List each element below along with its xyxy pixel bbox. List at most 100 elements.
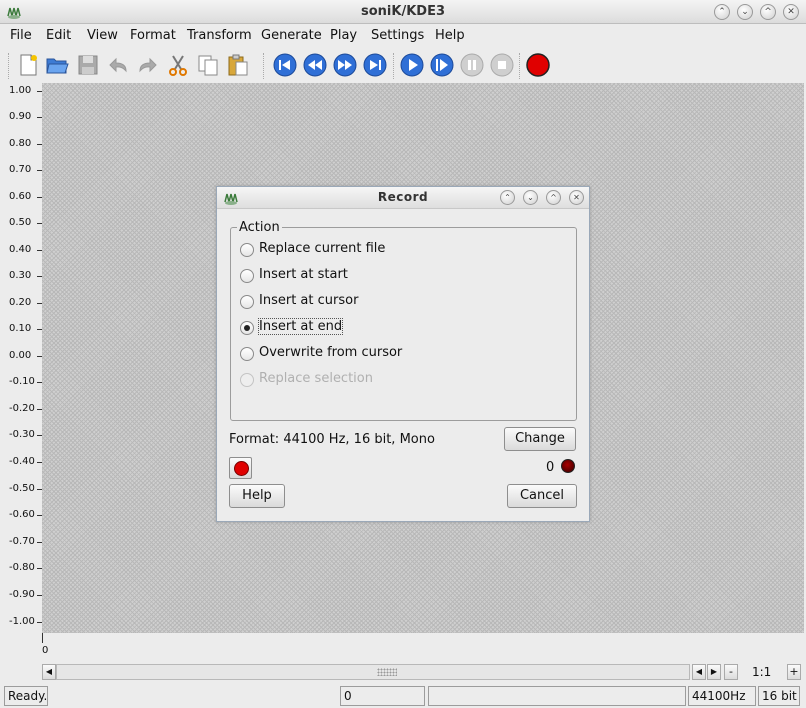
action-group-label: Action — [237, 220, 282, 235]
radio-button — [240, 373, 254, 387]
menu-bar: File Edit View Format Transform Generate… — [0, 24, 806, 46]
close-icon[interactable]: ✕ — [569, 190, 584, 205]
y-tick-label: -0.30 — [0, 429, 42, 441]
radio-label: Replace selection — [259, 371, 373, 386]
change-button[interactable]: Change — [504, 427, 576, 451]
status-bar: Ready. 0 44100Hz 16 bit — [0, 684, 806, 708]
y-tick-label: 0.90 — [0, 111, 42, 123]
scroll-grip[interactable] — [377, 668, 397, 676]
status-sample-rate: 44100Hz — [688, 686, 756, 706]
undo-icon[interactable] — [106, 53, 130, 77]
y-tick-label: 0.20 — [0, 297, 42, 309]
y-tick-label: -0.70 — [0, 536, 42, 548]
record-indicator-icon — [561, 459, 575, 473]
x-axis-start-tick — [42, 633, 43, 643]
radio-button[interactable] — [240, 347, 254, 361]
y-tick-label: -0.60 — [0, 509, 42, 521]
play-icon[interactable] — [400, 53, 424, 77]
menu-settings[interactable]: Settings — [371, 28, 424, 43]
cancel-button[interactable]: Cancel — [507, 484, 577, 508]
toolbar-separator — [393, 53, 397, 79]
menu-edit[interactable]: Edit — [46, 28, 71, 43]
y-tick-label: -0.20 — [0, 403, 42, 415]
menu-play[interactable]: Play — [330, 28, 357, 43]
radio-label: Overwrite from cursor — [259, 345, 403, 360]
toolbar-separator — [519, 53, 523, 79]
maximize-icon[interactable]: ^ — [760, 4, 776, 20]
stop-icon[interactable] — [490, 53, 514, 77]
close-icon[interactable]: ✕ — [783, 4, 799, 20]
record-level-count: 0 — [546, 460, 555, 475]
radio-label: Insert at start — [259, 267, 348, 282]
dialog-title-bar: Record ⌃ ⌄ ^ ✕ — [217, 187, 589, 209]
shade-icon[interactable]: ⌃ — [714, 4, 730, 20]
y-tick-label: 0.50 — [0, 217, 42, 229]
help-button[interactable]: Help — [229, 484, 285, 508]
y-tick-label: -0.50 — [0, 483, 42, 495]
copy-icon[interactable] — [196, 53, 220, 77]
menu-view[interactable]: View — [87, 28, 118, 43]
maximize-icon[interactable]: ^ — [546, 190, 561, 205]
pause-icon[interactable] — [460, 53, 484, 77]
new-file-icon[interactable] — [16, 53, 40, 77]
title-bar: soniK/KDE3 ⌃ ⌄ ^ ✕ — [0, 0, 806, 24]
open-folder-icon[interactable] — [45, 53, 69, 77]
y-tick-label: 0.30 — [0, 270, 42, 282]
toolbar-handle — [8, 53, 12, 79]
radio-button[interactable] — [240, 321, 254, 335]
y-tick-label: 0.00 — [0, 350, 42, 362]
minimize-icon[interactable]: ⌄ — [523, 190, 538, 205]
record-button[interactable] — [229, 457, 252, 479]
status-extra — [428, 686, 686, 706]
y-tick-label: 0.60 — [0, 191, 42, 203]
record-icon[interactable] — [526, 53, 550, 77]
zoom-in-button[interactable]: + — [787, 664, 801, 680]
scroll-left-button[interactable]: ◀ — [42, 664, 56, 680]
horizontal-scrollbar[interactable] — [56, 664, 690, 680]
fast-forward-icon[interactable] — [333, 53, 357, 77]
rewind-icon[interactable] — [303, 53, 327, 77]
y-tick-label: -0.40 — [0, 456, 42, 468]
radio-label: Replace current file — [259, 241, 386, 256]
minimize-icon[interactable]: ⌄ — [737, 4, 753, 20]
radio-button[interactable] — [240, 295, 254, 309]
save-icon[interactable] — [76, 53, 100, 77]
y-tick-label: 0.80 — [0, 138, 42, 150]
format-label: Format: 44100 Hz, 16 bit, Mono — [229, 432, 435, 447]
redo-icon[interactable] — [136, 53, 160, 77]
menu-transform[interactable]: Transform — [187, 28, 252, 43]
play-from-cursor-icon[interactable] — [430, 53, 454, 77]
radio-button[interactable] — [240, 269, 254, 283]
status-message: Ready. — [4, 686, 48, 706]
menu-format[interactable]: Format — [130, 28, 176, 43]
y-tick-label: -1.00 — [0, 616, 42, 628]
cut-icon[interactable] — [166, 53, 190, 77]
menu-generate[interactable]: Generate — [261, 28, 322, 43]
y-tick-label: -0.90 — [0, 589, 42, 601]
zoom-out-button[interactable]: - — [724, 664, 738, 680]
status-bit-depth: 16 bit — [758, 686, 800, 706]
shade-icon[interactable]: ⌃ — [500, 190, 515, 205]
paste-icon[interactable] — [226, 53, 250, 77]
status-position: 0 — [340, 686, 425, 706]
scroll-left-small-button[interactable]: ◀ — [692, 664, 706, 680]
skip-to-start-icon[interactable] — [273, 53, 297, 77]
y-tick-label: 0.70 — [0, 164, 42, 176]
zoom-ratio: 1:1 — [752, 665, 772, 679]
skip-to-end-icon[interactable] — [363, 53, 387, 77]
y-tick-label: 1.00 — [0, 85, 42, 97]
menu-file[interactable]: File — [10, 28, 32, 43]
radio-label: Insert at cursor — [259, 293, 359, 308]
y-axis: 1.00 0.90 0.80 0.70 0.60 0.50 0.40 0.30 … — [0, 83, 42, 633]
y-tick-label: 0.40 — [0, 244, 42, 256]
y-tick-label: -0.80 — [0, 562, 42, 574]
toolbar-separator — [263, 53, 267, 79]
scroll-right-button[interactable]: ▶ — [707, 664, 721, 680]
y-tick-label: 0.10 — [0, 323, 42, 335]
toolbar — [0, 47, 806, 83]
radio-button[interactable] — [240, 243, 254, 257]
x-axis-start-label: 0 — [42, 645, 49, 656]
window-title: soniK/KDE3 — [361, 4, 445, 19]
menu-help[interactable]: Help — [435, 28, 465, 43]
y-tick-label: -0.10 — [0, 376, 42, 388]
